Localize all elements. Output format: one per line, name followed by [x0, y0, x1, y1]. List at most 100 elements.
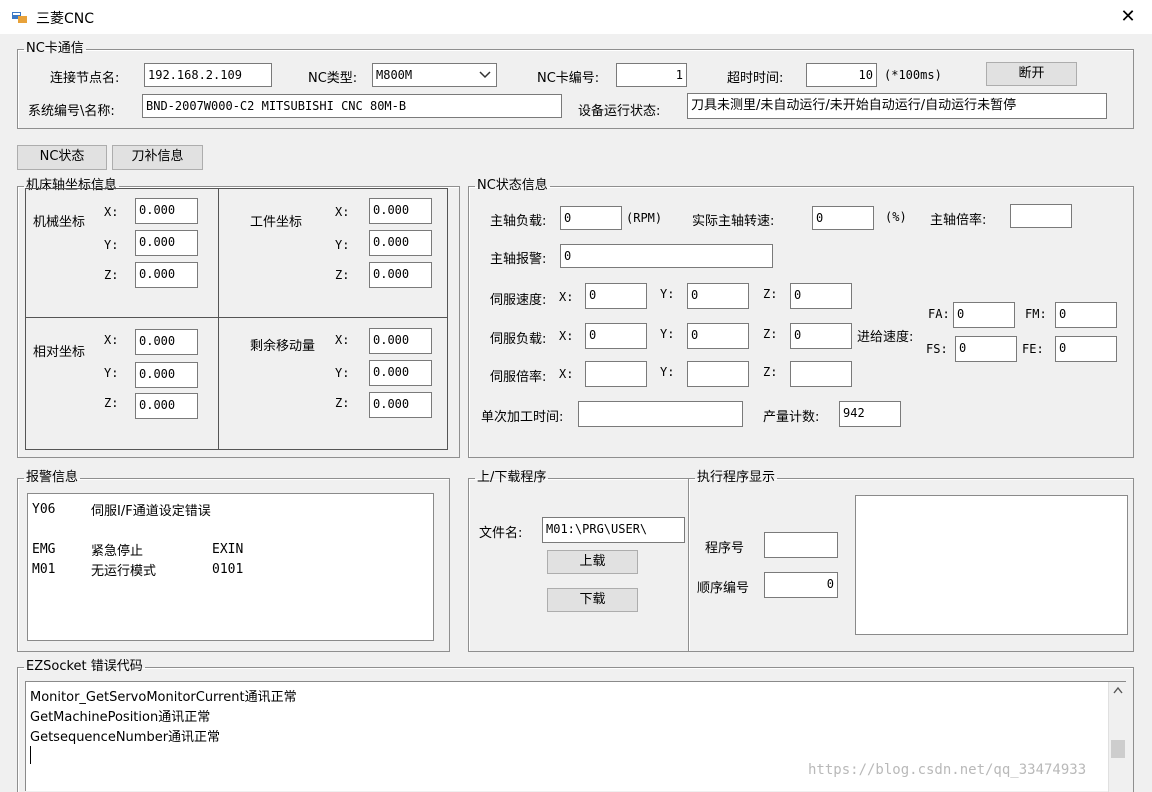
axis-grid-divider	[218, 188, 219, 450]
fs-label: FS:	[926, 342, 948, 356]
work-coord-label: 工件坐标	[250, 215, 303, 230]
production-count-field[interactable]: 942	[839, 401, 901, 427]
feed-speed-label: 进给速度:	[857, 330, 914, 345]
servo-speed-x-field[interactable]: 0	[585, 283, 647, 309]
cycle-time-field[interactable]	[578, 401, 743, 427]
log-scrollbar[interactable]	[1108, 682, 1127, 792]
node-name-input[interactable]: 192.168.2.109	[144, 63, 272, 87]
alarm-message: 伺服I/F通道设定错误	[91, 504, 211, 519]
servo-speed-y-label: Y:	[660, 287, 675, 301]
axis-grid-divider-h	[25, 317, 448, 318]
remain-x-label: X:	[335, 333, 350, 347]
work-x-label: X:	[335, 205, 350, 219]
nc-type-select[interactable]: M800M	[372, 63, 497, 87]
spindle-alarm-field[interactable]: 0	[560, 244, 773, 268]
card-no-label: NC卡编号:	[537, 71, 600, 86]
transfer-legend: 上/下载程序	[477, 470, 547, 485]
cycle-time-label: 单次加工时间:	[481, 410, 564, 425]
spindle-load-label: 主轴负载:	[490, 214, 547, 229]
disconnect-button[interactable]: 断开	[986, 62, 1077, 86]
system-input[interactable]: BND-2007W000-C2 MITSUBISHI CNC 80M-B	[142, 94, 562, 118]
relative-y-field[interactable]: 0.000	[135, 362, 198, 388]
work-z-field[interactable]: 0.000	[369, 262, 432, 288]
app-icon	[12, 12, 27, 23]
scroll-up-icon[interactable]	[1113, 686, 1123, 694]
work-z-label: Z:	[335, 268, 350, 282]
timeout-input[interactable]: 10	[806, 63, 877, 87]
title-bar: 三菱CNC ✕	[0, 0, 1152, 34]
program-display[interactable]	[855, 495, 1128, 635]
servo-load-z-field[interactable]: 0	[790, 323, 852, 349]
spindle-load-field[interactable]: 0	[560, 206, 622, 230]
alarm-code: EMG	[32, 542, 56, 557]
actual-speed-label: 实际主轴转速:	[692, 214, 775, 229]
sequence-no-label: 顺序编号	[697, 581, 750, 596]
fa-field[interactable]: 0	[953, 302, 1015, 328]
watermark: https://blog.csdn.net/qq_33474933	[808, 762, 1087, 778]
alarm-legend: 报警信息	[26, 470, 79, 485]
servo-load-x-field[interactable]: 0	[585, 323, 647, 349]
upload-button[interactable]: 上载	[547, 550, 638, 574]
fe-field[interactable]: 0	[1055, 336, 1117, 362]
servo-load-y-field[interactable]: 0	[687, 323, 749, 349]
relative-z-field[interactable]: 0.000	[135, 393, 198, 419]
alarm-message: 无运行模式	[91, 564, 157, 579]
program-no-field[interactable]	[764, 532, 838, 558]
machine-z-field[interactable]: 0.000	[135, 262, 198, 288]
spindle-rate-field[interactable]	[1010, 204, 1072, 228]
close-icon[interactable]: ✕	[1116, 6, 1140, 28]
timeout-unit: (*100ms)	[884, 68, 942, 82]
alarm-extra: EXIN	[212, 542, 244, 557]
log-line: GetsequenceNumber通讯正常	[30, 730, 221, 745]
servo-rate-z-field[interactable]	[790, 361, 852, 387]
relative-x-label: X:	[104, 333, 119, 347]
file-name-input[interactable]: M01:\PRG\USER\	[542, 517, 685, 543]
log-line: GetMachinePosition通讯正常	[30, 710, 211, 725]
work-y-field[interactable]: 0.000	[369, 230, 432, 256]
servo-rate-z-label: Z:	[763, 365, 778, 379]
fm-field[interactable]: 0	[1055, 302, 1117, 328]
servo-rate-x-field[interactable]	[585, 361, 647, 387]
program-no-label: 程序号	[705, 541, 745, 556]
relative-coord-label: 相对坐标	[33, 345, 86, 360]
scroll-thumb[interactable]	[1111, 740, 1125, 758]
machine-x-field[interactable]: 0.000	[135, 198, 198, 224]
work-x-field[interactable]: 0.000	[369, 198, 432, 224]
actual-speed-field[interactable]: 0	[812, 206, 874, 230]
machine-y-field[interactable]: 0.000	[135, 230, 198, 256]
relative-x-field[interactable]: 0.000	[135, 329, 198, 355]
remain-y-field[interactable]: 0.000	[369, 360, 432, 386]
fs-field[interactable]: 0	[955, 336, 1017, 362]
run-state-input[interactable]: 刀具未测里/未自动运行/未开始自动运行/自动运行未暂停	[687, 93, 1107, 119]
remain-x-field[interactable]: 0.000	[369, 328, 432, 354]
servo-rate-label: 伺服倍率:	[490, 370, 547, 385]
servo-speed-y-field[interactable]: 0	[687, 283, 749, 309]
servo-rate-x-label: X:	[559, 367, 574, 381]
servo-rate-y-field[interactable]	[687, 361, 749, 387]
tab-nc-status[interactable]: NC状态	[17, 145, 107, 170]
download-button[interactable]: 下载	[547, 588, 638, 612]
work-y-label: Y:	[335, 238, 350, 252]
alarm-extra: 0101	[212, 562, 244, 577]
alarm-code: Y06	[32, 502, 56, 517]
sequence-no-field[interactable]: 0	[764, 572, 838, 598]
exec-legend: 执行程序显示	[697, 470, 776, 485]
window-title: 三菱CNC	[36, 11, 95, 27]
remain-z-label: Z:	[335, 396, 350, 410]
tab-tool-info[interactable]: 刀补信息	[112, 145, 203, 170]
card-no-input[interactable]: 1	[616, 63, 687, 87]
remain-y-label: Y:	[335, 366, 350, 380]
timeout-label: 超时时间:	[727, 71, 784, 86]
chevron-down-icon	[479, 71, 491, 79]
servo-rate-y-label: Y:	[660, 365, 675, 379]
alarm-list[interactable]: Y06 伺服I/F通道设定错误 EMG 紧急停止 EXIN M01 无运行模式 …	[27, 493, 434, 641]
spindle-rate-label: 主轴倍率:	[930, 213, 987, 228]
servo-speed-z-field[interactable]: 0	[790, 283, 852, 309]
machine-y-label: Y:	[104, 238, 119, 252]
run-state-label: 设备运行状态:	[578, 104, 661, 119]
servo-speed-z-label: Z:	[763, 287, 778, 301]
nc-type-value: M800M	[376, 68, 413, 82]
remain-z-field[interactable]: 0.000	[369, 392, 432, 418]
production-count-label: 产量计数:	[763, 410, 820, 425]
system-label: 系统编号\名称:	[28, 104, 115, 119]
